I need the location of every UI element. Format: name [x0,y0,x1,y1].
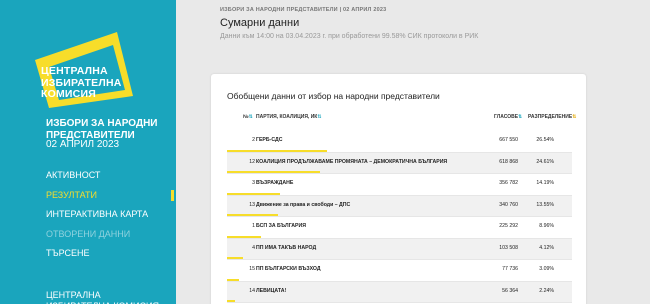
row-party: ВЪЗРАЖДАНЕ [256,180,294,186]
nav-item-activity[interactable]: Активност [46,169,176,189]
nav-label: Отворени данни [46,228,131,239]
card-title: Обобщени данни от избор на народни предс… [227,91,440,101]
main-content: ИЗБОРИ ЗА НАРОДНИ ПРЕДСТАВИТЕЛИ | 02 АПР… [176,0,650,304]
row-party: ГЕРБ-СДС [256,137,283,143]
row-votes: 225 292 [499,223,518,229]
footer-cik-link[interactable]: Централна избирателна комисия [46,290,166,304]
row-num: 14 [249,287,255,294]
row-pct: 24.61% [536,158,554,165]
nav-label: Резултати [46,189,97,200]
row-party: ПП БЪЛГАРСКИ ВЪЗХОД [256,266,321,272]
share-bar [227,257,243,259]
nav-item-search[interactable]: Търсене [46,247,176,267]
table-row[interactable]: 3 ВЪЗРАЖДАНЕ 356 782 14.19% [227,174,572,196]
header-num[interactable]: №⇅ [243,114,253,120]
sidebar: ЦЕНТРАЛНА ИЗБИРАТЕЛНА КОМИСИЯ ИЗБОРИ ЗА … [0,0,176,304]
share-bar [227,192,281,195]
row-votes: 667 550 [499,137,518,143]
row-num: 1 [252,223,255,229]
nav-item-interactive-map[interactable]: Интерактивна карта [46,208,176,228]
table-row[interactable]: 15 ПП БЪЛГАРСКИ ВЪЗХОД 77 736 3.09% [227,260,572,282]
row-num: 12 [249,158,255,165]
share-bar [227,149,327,152]
row-votes: 103 508 [499,244,518,251]
share-bar [227,214,279,216]
logo-line: КОМИСИЯ [41,88,96,100]
row-pct: 8.96% [539,223,554,229]
table-row[interactable]: 4 ПП ИМА ТАКЪВ НАРОД 103 508 4.12% [227,238,572,260]
share-bar [227,278,239,281]
row-party: ЛЕВИЦАТА! [256,287,287,294]
row-num: 15 [249,266,255,272]
table-row[interactable]: 1 БСП ЗА БЪЛГАРИЯ 225 292 8.96% [227,217,572,239]
sidebar-nav: Активност Резултати Интерактивна карта О… [46,169,176,267]
header-party[interactable]: ПАРТИЯ, КОАЛИЦИЯ, ИК⇅ [256,114,322,120]
row-party: ПП ИМА ТАКЪВ НАРОД [256,244,317,251]
table-row[interactable]: 14 ЛЕВИЦАТА! 56 364 2.24% [227,281,572,303]
row-votes: 56 364 [502,287,518,294]
share-bar [227,300,236,302]
logo-line: ЦЕНТРАЛНА [41,65,108,77]
row-num: 3 [252,180,255,186]
row-pct: 3.09% [539,266,554,272]
row-pct: 2.24% [539,287,554,294]
results-table: 2 ГЕРБ-СДС 667 550 26.54% 12 КОАЛИЦИЯ ПР… [227,131,572,303]
row-party: КОАЛИЦИЯ ПРОДЪЛЖАВАМЕ ПРОМЯНАТА – ДЕМОКР… [256,158,448,165]
sort-icon: ⇅ [518,114,523,120]
cik-logo[interactable]: ЦЕНТРАЛНА ИЗБИРАТЕЛНА КОМИСИЯ [29,32,159,108]
row-votes: 77 736 [502,266,518,272]
row-num: 2 [252,137,255,143]
nav-item-results[interactable]: Резултати [46,189,176,209]
nav-label: Търсене [46,248,90,258]
table-row[interactable]: 2 ГЕРБ-СДС 667 550 26.54% [227,131,572,153]
results-card: Обобщени данни от избор на народни предс… [211,74,586,304]
table-header: №⇅ ПАРТИЯ, КОАЛИЦИЯ, ИК⇅ ГЛАСОВЕ⇅ РАЗПРЕ… [211,110,586,130]
table-row[interactable]: 13 Движение за права и свободи – ДПС 340… [227,195,572,217]
active-indicator [171,189,174,201]
header-party-label: ПАРТИЯ, КОАЛИЦИЯ, ИК [256,114,318,120]
row-votes: 618 868 [499,158,518,165]
row-votes: 340 760 [499,201,518,208]
page-title: Сумарни данни [220,17,300,29]
header-distribution-label: РАЗПРЕДЕЛЕНИЕ [528,114,573,120]
sort-icon: ⇅ [248,114,253,120]
row-pct: 14.19% [536,180,554,186]
header-votes-label: ГЛАСОВЕ [494,114,519,120]
row-party: Движение за права и свободи – ДПС [256,201,351,208]
share-bar [227,171,320,173]
share-bar [227,235,261,238]
sort-icon: ⇅ [317,114,322,120]
row-num: 13 [249,201,255,208]
nav-item-open-data: Отворени данни [46,228,176,248]
page-subtitle: Данни към 14:00 на 03.04.2023 г. при обр… [220,33,479,40]
sort-active-icon: ⇅ [572,114,577,120]
row-votes: 356 782 [499,180,518,186]
row-party: БСП ЗА БЪЛГАРИЯ [256,223,306,229]
breadcrumb: ИЗБОРИ ЗА НАРОДНИ ПРЕДСТАВИТЕЛИ | 02 АПР… [220,7,387,13]
header-distribution[interactable]: РАЗПРЕДЕЛЕНИЕ⇅ [528,114,576,120]
header-votes[interactable]: ГЛАСОВЕ⇅ [494,114,522,120]
row-pct: 26.54% [536,137,554,143]
row-num: 4 [252,244,255,251]
table-row[interactable]: 12 КОАЛИЦИЯ ПРОДЪЛЖАВАМЕ ПРОМЯНАТА – ДЕМ… [227,152,572,174]
row-pct: 4.12% [539,244,554,251]
logo-text: ЦЕНТРАЛНА ИЗБИРАТЕЛНА КОМИСИЯ [41,65,122,101]
nav-label: Интерактивна карта [46,209,149,219]
row-pct: 13.55% [536,201,554,208]
nav-label: Активност [46,170,101,180]
election-date: 02 АПРИЛ 2023 [46,139,120,150]
